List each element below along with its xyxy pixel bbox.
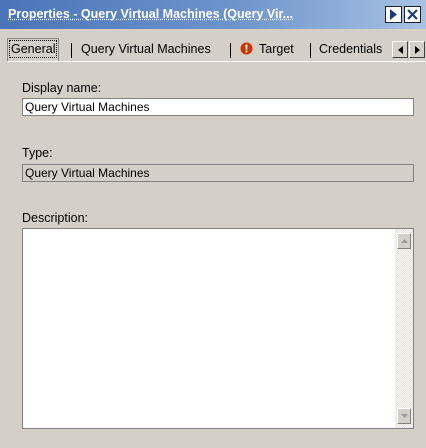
tab-panel-border xyxy=(8,61,426,62)
title-bar: Properties - Query Virtual Machines (Que… xyxy=(0,0,426,29)
tab-label: General xyxy=(8,40,58,58)
tab-scroll-left-button[interactable] xyxy=(392,41,408,58)
scroll-up-button[interactable] xyxy=(397,233,411,249)
tab-label: Query Virtual Machines xyxy=(81,42,211,56)
display-name-label: Display name: xyxy=(22,81,102,95)
triangle-left-icon xyxy=(397,45,403,54)
type-label: Type: xyxy=(22,146,53,160)
scroll-down-button[interactable] xyxy=(397,408,411,424)
close-icon xyxy=(407,9,418,20)
tab-credentials[interactable]: Credentials xyxy=(316,39,393,60)
tab-separator xyxy=(230,43,231,58)
error-icon xyxy=(240,42,253,55)
tab-general[interactable]: General xyxy=(7,38,60,61)
tab-separator xyxy=(71,43,72,58)
scroll-down-icon xyxy=(400,414,408,418)
description-scrollbar[interactable] xyxy=(395,229,413,428)
menu-arrow-button[interactable] xyxy=(385,6,402,23)
window-title: Properties - Query Virtual Machines (Que… xyxy=(8,7,294,21)
tab-scroll-right-button[interactable] xyxy=(409,41,425,58)
type-field: Query Virtual Machines xyxy=(22,164,414,182)
display-name-field[interactable]: Query Virtual Machines xyxy=(22,98,414,116)
description-textarea[interactable] xyxy=(22,228,414,429)
tab-separator xyxy=(310,43,311,58)
scroll-up-icon xyxy=(400,239,408,243)
tab-target[interactable]: Target xyxy=(237,39,297,60)
triangle-right-icon xyxy=(390,9,397,20)
description-label: Description: xyxy=(22,211,88,225)
tab-label: Credentials xyxy=(319,42,383,56)
triangle-right-icon xyxy=(414,45,420,54)
tab-label: Target xyxy=(259,42,294,56)
tab-strip: General Query Virtual Machines Target Cr… xyxy=(0,38,426,61)
close-button[interactable] xyxy=(404,6,421,23)
tab-query-virtual-machines[interactable]: Query Virtual Machines xyxy=(78,39,214,60)
